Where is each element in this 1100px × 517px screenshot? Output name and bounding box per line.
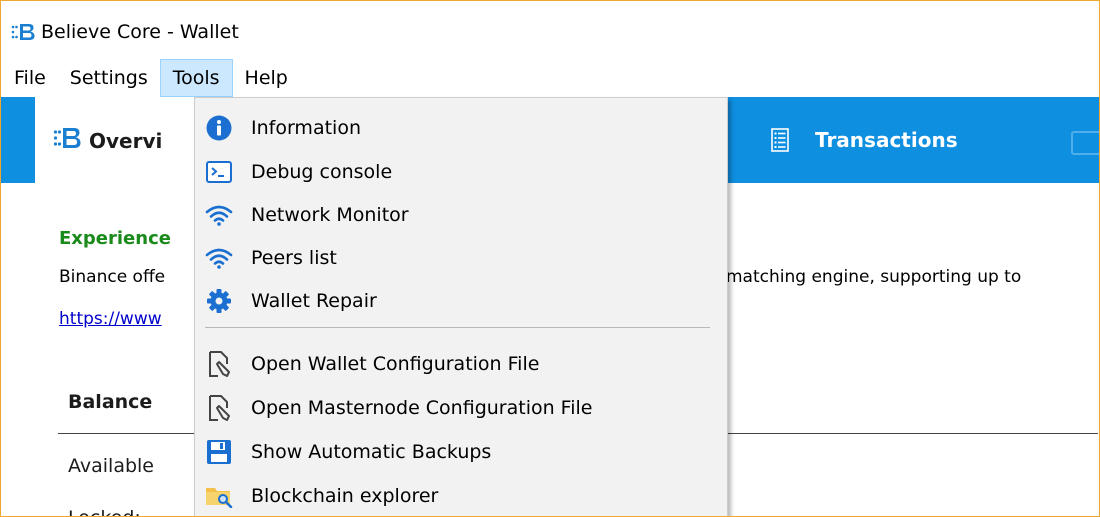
menu-item-wallet-repair[interactable]: Wallet Repair (195, 281, 727, 321)
menu-tools[interactable]: Tools (159, 59, 233, 97)
available-label: Available (68, 455, 155, 477)
monitor-icon[interactable] (1071, 131, 1099, 155)
menu-item-blockchain-explorer[interactable]: Blockchain explorer (195, 476, 727, 516)
promo-text-left: Binance offe (59, 267, 166, 287)
menu-item-label: Debug console (251, 161, 393, 183)
info-icon (205, 114, 233, 142)
menu-bar: File Settings Tools Help (1, 59, 1099, 97)
promo-title: Experience (59, 228, 171, 249)
menu-item-label: Network Monitor (251, 204, 409, 226)
wallet-window: Believe Core - Wallet File Settings Tool… (0, 0, 1100, 517)
menu-item-label: Show Automatic Backups (251, 441, 492, 463)
believe-logo-icon (11, 24, 35, 40)
menu-item-show-automatic-backups[interactable]: Show Automatic Backups (195, 432, 727, 472)
locked-label: Locked: (68, 507, 141, 516)
menu-separator (205, 327, 710, 328)
tab-transactions[interactable]: Transactions (771, 97, 958, 183)
menu-item-label: Peers list (251, 247, 337, 269)
menu-item-label: Information (251, 117, 361, 139)
promo-text-right: matching engine, supporting up to (726, 267, 1022, 287)
menu-file[interactable]: File (1, 59, 58, 97)
menu-item-peers-list[interactable]: Peers list (195, 238, 727, 278)
believe-logo-icon (53, 128, 81, 148)
file-edit-icon (205, 350, 233, 378)
gear-icon (205, 287, 233, 315)
tab-overview-label: Overvi (89, 129, 163, 153)
file-edit-icon (205, 394, 233, 422)
title-bar: Believe Core - Wallet (1, 1, 1099, 59)
promo-link[interactable]: https://www (59, 309, 162, 329)
transactions-list-icon (771, 128, 789, 152)
wifi-icon (205, 201, 233, 229)
menu-item-label: Wallet Repair (251, 290, 377, 312)
menu-item-open-masternode-config[interactable]: Open Masternode Configuration File (195, 388, 727, 428)
menu-help[interactable]: Help (233, 59, 300, 97)
wifi-icon (205, 244, 233, 272)
tab-transactions-label: Transactions (815, 128, 958, 152)
window-title: Believe Core - Wallet (41, 21, 239, 43)
tools-dropdown-menu: Information Debug console Network Monito… (194, 97, 728, 516)
menu-item-network-monitor[interactable]: Network Monitor (195, 195, 727, 235)
menu-item-information[interactable]: Information (195, 108, 727, 148)
menu-item-label: Open Wallet Configuration File (251, 353, 540, 375)
console-icon (205, 158, 233, 186)
folder-search-icon (205, 482, 233, 510)
menu-item-label: Blockchain explorer (251, 485, 439, 507)
menu-item-label: Open Masternode Configuration File (251, 397, 593, 419)
balance-header: Balance (68, 391, 153, 413)
menu-settings[interactable]: Settings (58, 59, 160, 97)
menu-item-open-wallet-config[interactable]: Open Wallet Configuration File (195, 344, 727, 384)
menu-item-debug-console[interactable]: Debug console (195, 152, 727, 192)
floppy-icon (205, 438, 233, 466)
